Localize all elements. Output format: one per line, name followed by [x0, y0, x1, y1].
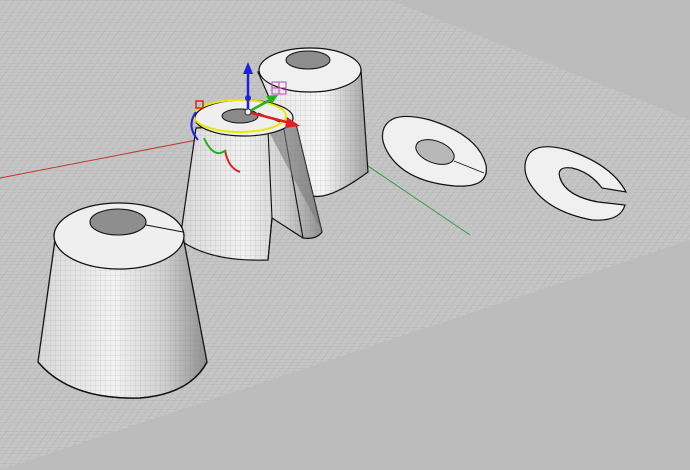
gumball-origin[interactable] — [244, 108, 252, 116]
tapered-ring-solid[interactable] — [37, 202, 208, 399]
perspective-viewport[interactable] — [0, 0, 690, 470]
